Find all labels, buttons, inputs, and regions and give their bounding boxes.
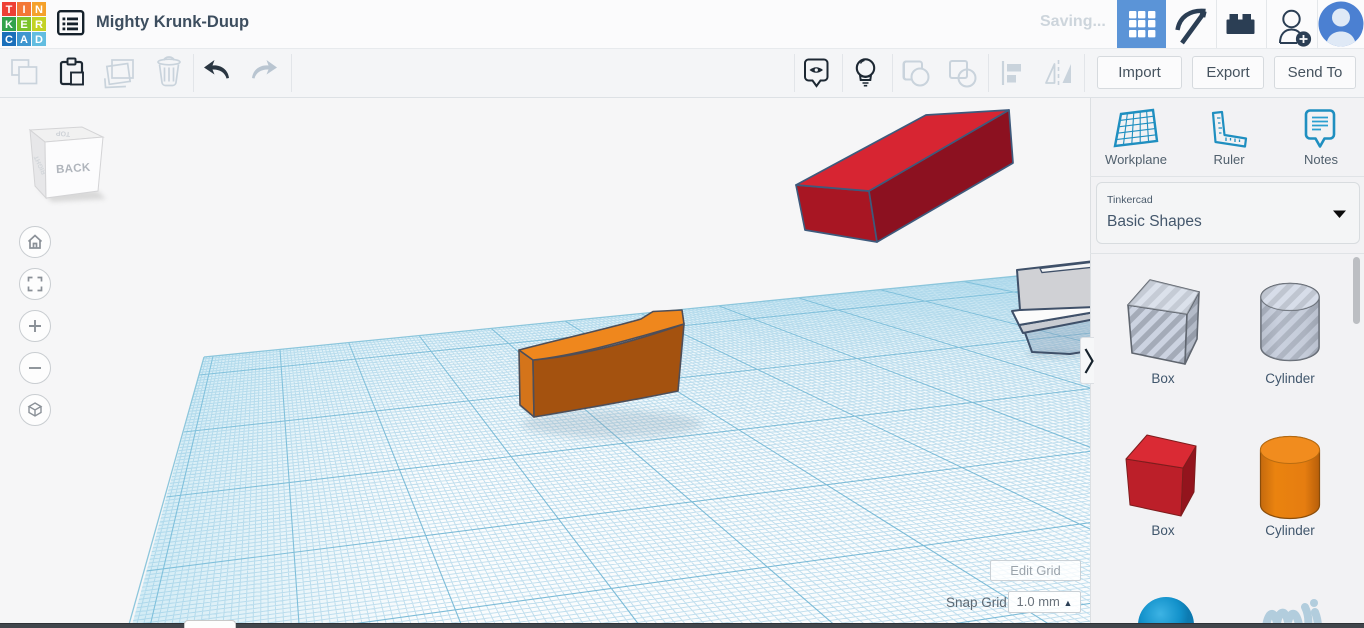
svg-text:C: C	[5, 34, 13, 46]
svg-text:K: K	[5, 19, 13, 31]
svg-text:R: R	[35, 19, 43, 31]
svg-text:N: N	[35, 4, 43, 16]
svg-text:TOP: TOP	[55, 129, 70, 137]
svg-text:D: D	[35, 34, 43, 46]
svg-text:A: A	[20, 34, 28, 46]
svg-text:E: E	[20, 19, 27, 31]
svg-text:T: T	[6, 4, 13, 16]
svg-text:BACK: BACK	[56, 162, 92, 176]
svg-text:I: I	[22, 4, 25, 16]
